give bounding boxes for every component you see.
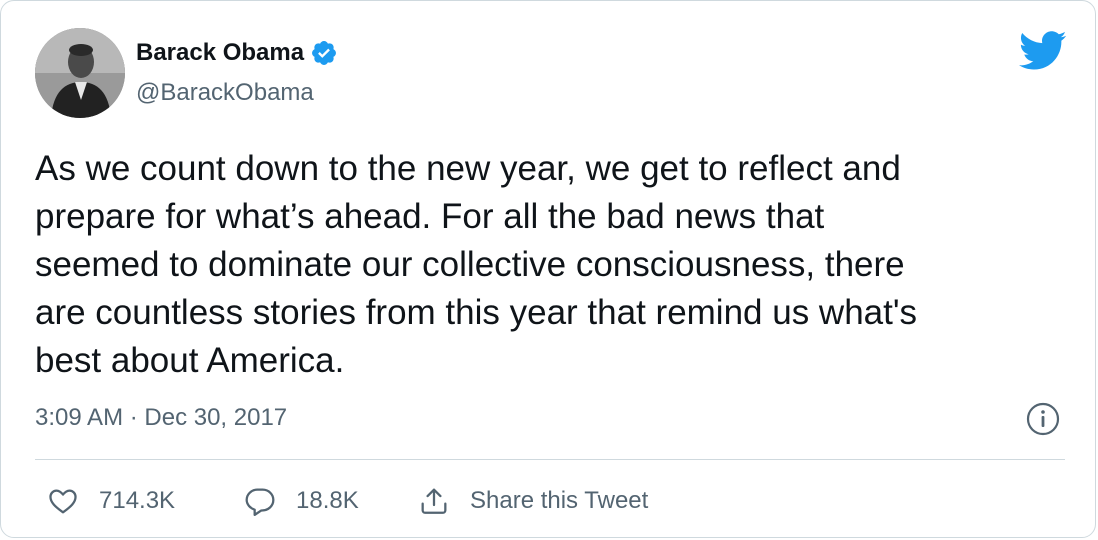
avatar[interactable] — [35, 28, 125, 118]
like-button[interactable]: 714.3K — [47, 481, 175, 521]
reply-button[interactable]: 18.8K — [244, 481, 359, 521]
like-count: 714.3K — [99, 487, 176, 514]
info-icon[interactable] — [1025, 401, 1061, 437]
tweet-card: Barack Obama @BarackObama As we count do… — [0, 0, 1096, 538]
author-handle[interactable]: @BarackObama — [136, 79, 314, 107]
tweet-timestamp[interactable]: 3:09 AM · Dec 30, 2017 — [35, 404, 287, 432]
reply-count: 18.8K — [296, 487, 359, 514]
share-icon — [421, 488, 447, 514]
verified-badge-icon — [312, 41, 337, 65]
share-tweet-button[interactable]: Share this Tweet — [418, 481, 648, 521]
share-label: Share this Tweet — [470, 487, 649, 514]
avatar-photo — [35, 28, 125, 118]
author-name-row: Barack Obama — [136, 39, 338, 67]
heart-icon — [49, 489, 77, 514]
twitter-bird-icon[interactable] — [1019, 31, 1067, 71]
author-name[interactable]: Barack Obama — [136, 39, 304, 67]
reply-icon — [245, 488, 275, 516]
divider — [35, 459, 1065, 460]
tweet-text: As we count down to the new year, we get… — [35, 149, 918, 380]
